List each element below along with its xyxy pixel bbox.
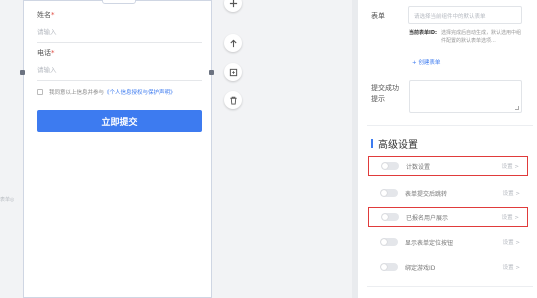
toggle-switch[interactable]	[381, 213, 399, 221]
form-top-tab	[102, 0, 136, 4]
resize-handle-left[interactable]	[20, 70, 25, 75]
trash-icon	[229, 96, 237, 105]
add-form-link[interactable]: + 创建表单	[412, 58, 440, 66]
required-mark: *	[51, 11, 55, 19]
toggle-switch[interactable]	[381, 162, 399, 170]
setting-name: 绑定游戏ID	[405, 264, 436, 272]
setting-row-registered-users[interactable]: 已报名用户展示 设置 >	[368, 207, 528, 227]
move-up-button[interactable]	[224, 34, 242, 52]
setting-name: 表单提交后跳转	[405, 190, 448, 198]
current-form-info: 当前表单ID: 选择完成后自动生成，默认选用中组件配置的默认表单选项...	[409, 30, 524, 45]
name-field-label: 姓名	[37, 11, 51, 19]
current-form-desc: 选择完成后自动生成，默认选用中组件配置的默认表单选项...	[441, 30, 522, 44]
toggle-switch[interactable]	[380, 189, 398, 197]
setting-link[interactable]: 设置 >	[503, 189, 520, 197]
phone-input[interactable]: 请输入	[37, 64, 202, 81]
phone-field-label: 电话	[37, 49, 51, 57]
add-component-button[interactable]	[224, 0, 242, 12]
copy-icon	[229, 68, 237, 76]
section-divider	[367, 125, 533, 126]
setting-name: 显示表单定位按钮	[405, 239, 454, 247]
consent-text: 我同意以上信息并参与	[49, 90, 105, 96]
setting-link[interactable]: 设置 >	[502, 213, 519, 221]
privacy-link[interactable]: 《个人信息授权与保护声明》	[104, 88, 176, 96]
success-tip-textarea[interactable]	[409, 80, 522, 113]
setting-row-locate-button[interactable]: 显示表单定位按钮 设置 >	[368, 232, 528, 252]
name-field[interactable]: 姓名* 请输入	[37, 10, 202, 43]
section-divider	[367, 286, 533, 287]
copy-button[interactable]	[224, 63, 242, 81]
toggle-switch[interactable]	[380, 263, 398, 271]
form-select[interactable]: 请选择当前组件中的默认表单	[408, 6, 522, 24]
consent-checkbox[interactable]	[37, 89, 43, 95]
resize-handle-right[interactable]	[209, 70, 214, 75]
phone-field[interactable]: 电话* 请输入	[37, 48, 202, 81]
setting-row-game-id[interactable]: 绑定游戏ID 设置 >	[368, 257, 528, 277]
submit-button[interactable]: 立即提交	[37, 110, 202, 132]
canvas-side-label: 表单◎	[0, 197, 15, 203]
name-input[interactable]: 请输入	[37, 26, 202, 43]
form-label: 表单	[371, 12, 385, 20]
toggle-switch[interactable]	[380, 238, 398, 246]
setting-name: 已报名用户展示	[406, 214, 449, 222]
resize-grip-icon[interactable]	[515, 106, 519, 110]
setting-row-count[interactable]: 计数设置 设置 >	[368, 156, 528, 176]
form-preview-card[interactable]: 姓名* 请输入 电话* 请输入 我同意以上信息并参与 《个人信息授权与保护声明》…	[23, 0, 212, 298]
success-tip-label: 提交成功 提示	[371, 84, 399, 104]
current-form-key: 当前表单ID:	[409, 30, 438, 36]
setting-link[interactable]: 设置 >	[502, 162, 519, 170]
required-mark: *	[51, 49, 55, 57]
consent-row[interactable]: 我同意以上信息并参与 《个人信息授权与保护声明》	[37, 88, 207, 96]
arrow-up-icon	[229, 39, 237, 47]
setting-link[interactable]: 设置 >	[503, 238, 520, 246]
setting-link[interactable]: 设置 >	[503, 263, 520, 271]
plus-icon	[229, 0, 237, 7]
setting-name: 计数设置	[406, 163, 431, 171]
advanced-settings-title: 高级设置	[371, 136, 418, 151]
section-accent-bar	[371, 139, 373, 148]
delete-button[interactable]	[224, 91, 242, 109]
setting-row-redirect[interactable]: 表单提交后跳转 设置 >	[368, 183, 528, 203]
